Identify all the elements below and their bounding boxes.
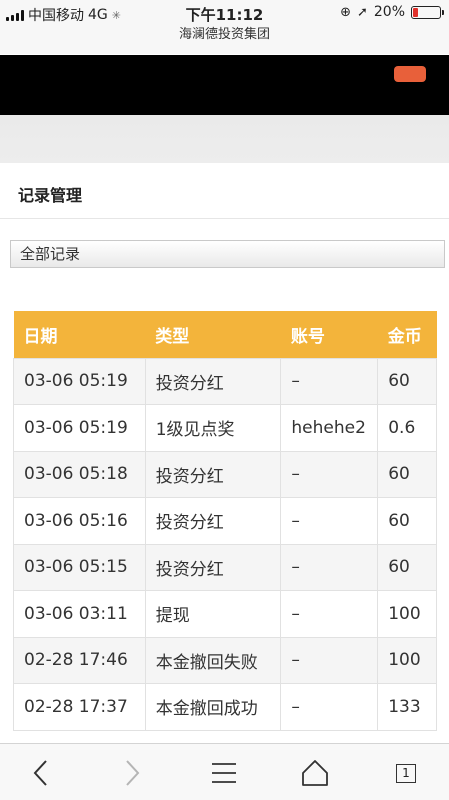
divider (0, 218, 449, 219)
cell-account: – (280, 543, 379, 591)
cell-type: 本金撤回失败 (144, 636, 282, 684)
cell-date: 03-06 05:18 (13, 450, 146, 498)
header-spacer (0, 115, 449, 163)
tab-count: 1 (396, 763, 416, 783)
status-bar: 中国移动 4G ✳ 下午11:12 ⊕ ➚ 20% (0, 0, 449, 26)
table-header-row: 日期 类型 账号 金币 (13, 311, 437, 358)
table-row: 03-06 05:15 投资分红 – 60 (13, 543, 437, 591)
cell-date: 03-06 03:11 (13, 590, 146, 638)
cell-type: 投资分红 (144, 450, 282, 498)
location-icon: ➚ (356, 4, 368, 20)
cell-coins: 100 (377, 590, 437, 638)
cell-coins: 60 (377, 497, 437, 545)
cell-account: – (280, 683, 379, 731)
tabs-icon[interactable]: 1 (389, 756, 423, 790)
cell-date: 02-28 17:37 (13, 683, 146, 731)
table-row: 03-06 05:19 投资分红 – 60 (13, 357, 437, 405)
cell-date: 03-06 05:15 (13, 543, 146, 591)
cell-date: 03-06 05:19 (13, 404, 146, 452)
cell-type: 投资分红 (144, 543, 282, 591)
cell-account: – (280, 636, 379, 684)
cell-date: 03-06 05:16 (13, 497, 146, 545)
table-row: 03-06 05:16 投资分红 – 60 (13, 497, 437, 545)
menu-icon[interactable] (207, 756, 241, 790)
cell-type: 投资分红 (144, 357, 282, 405)
cell-date: 02-28 17:46 (13, 636, 146, 684)
battery-percent: 20% (373, 4, 405, 20)
rotation-lock-icon: ⊕ (340, 4, 351, 20)
page-title: 记录管理 (18, 186, 83, 205)
column-header-date: 日期 (23, 326, 58, 347)
table-row: 02-28 17:46 本金撤回失败 – 100 (13, 636, 437, 684)
main-content: 记录管理 全部记录 日期 类型 账号 金币 03-06 05:19 投资分红 –… (0, 163, 449, 743)
battery-level (413, 7, 418, 17)
cell-coins: 60 (377, 357, 437, 405)
cell-account: hehehe2 (280, 404, 379, 452)
forward-icon[interactable] (115, 756, 149, 790)
cell-coins: 0.6 (377, 404, 437, 452)
status-icons: ⊕ ➚ 20% (340, 4, 444, 20)
table-row: 03-06 05:19 1级见点奖 hehehe2 0.6 (13, 404, 437, 452)
column-header-type: 类型 (155, 326, 190, 347)
cell-type: 投资分红 (144, 497, 282, 545)
browser-toolbar: 1 (0, 743, 449, 800)
cell-coins: 60 (377, 450, 437, 498)
cell-coins: 133 (377, 683, 437, 731)
record-filter-select[interactable]: 全部记录 (10, 240, 445, 268)
cell-type: 本金撤回成功 (144, 683, 282, 731)
column-header-coins: 金币 (387, 326, 422, 347)
table-row: 03-06 05:18 投资分红 – 60 (13, 450, 437, 498)
site-title: 海澜德投资集团 (178, 27, 270, 42)
header-button[interactable] (394, 66, 426, 82)
cell-coins: 100 (377, 636, 437, 684)
cell-type: 提现 (144, 590, 282, 638)
back-icon[interactable] (24, 756, 58, 790)
cell-account: – (280, 590, 379, 638)
cell-type: 1级见点奖 (144, 404, 282, 452)
column-header-account: 账号 (290, 326, 325, 347)
records-table: 日期 类型 账号 金币 03-06 05:19 投资分红 – 60 03-06 … (13, 311, 437, 731)
cell-account: – (280, 450, 379, 498)
table-row: 03-06 03:11 提现 – 100 (13, 590, 437, 638)
cell-account: – (280, 497, 379, 545)
cell-account: – (280, 357, 379, 405)
battery-icon (411, 5, 444, 19)
cell-date: 03-06 05:19 (13, 357, 146, 405)
home-icon[interactable] (298, 756, 332, 790)
site-header (0, 55, 449, 115)
address-bar[interactable]: 海澜德投资集团 (0, 26, 449, 54)
cell-coins: 60 (377, 543, 437, 591)
table-row: 02-28 17:37 本金撤回成功 – 133 (13, 683, 437, 731)
